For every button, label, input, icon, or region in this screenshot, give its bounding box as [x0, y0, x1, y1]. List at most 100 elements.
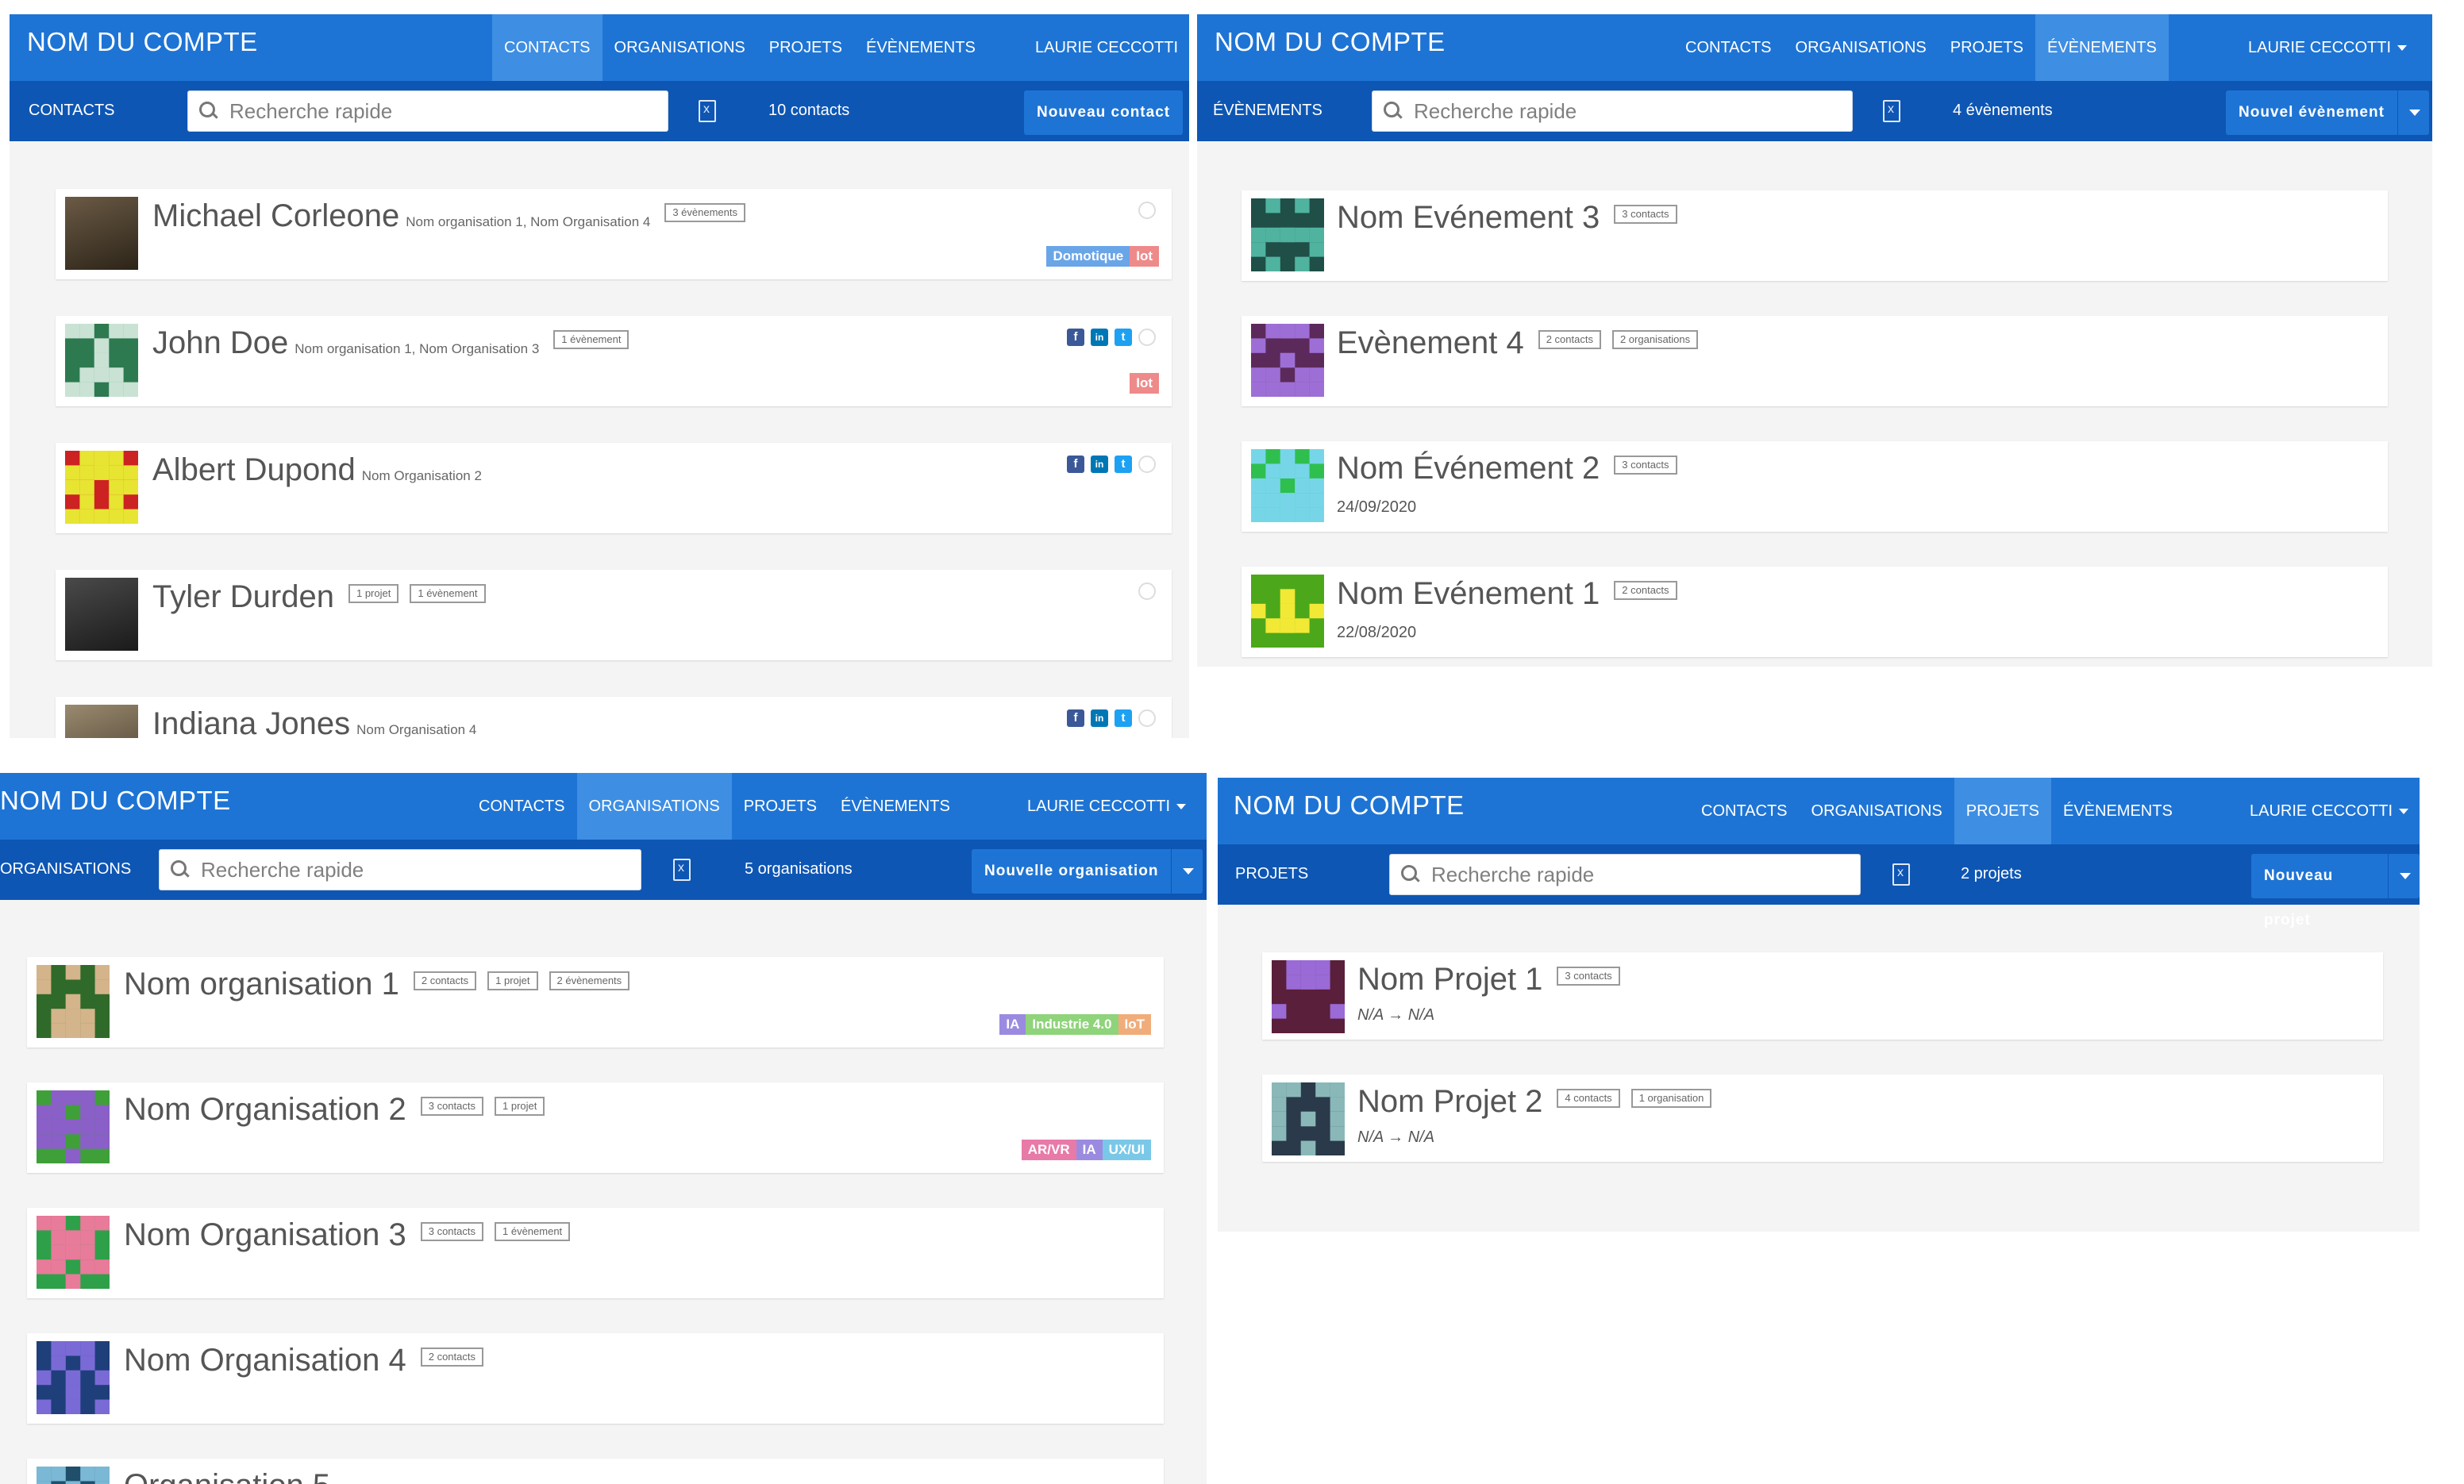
count-badge[interactable]: 1 évènement: [495, 1222, 571, 1242]
count-badge[interactable]: 3 contacts: [1614, 205, 1677, 225]
chevron-down-icon[interactable]: [1171, 849, 1203, 894]
contact-card[interactable]: Albert Dupond Nom Organisation 2 f in t: [56, 443, 1172, 533]
count-badge[interactable]: 2 contacts: [413, 971, 477, 991]
linkedin-icon[interactable]: in: [1091, 329, 1108, 346]
count-badge[interactable]: 3 évènements: [664, 203, 745, 223]
search-box[interactable]: [1389, 854, 1861, 895]
select-radio[interactable]: [1138, 202, 1156, 219]
tag-badge[interactable]: UX/UI: [1102, 1140, 1151, 1160]
event-card[interactable]: Evènement 4 2 contacts 2 organisations: [1242, 316, 2388, 406]
linkedin-icon[interactable]: in: [1091, 709, 1108, 727]
facebook-icon[interactable]: f: [1067, 329, 1084, 346]
search-input[interactable]: [1414, 99, 1842, 123]
count-badge[interactable]: 3 contacts: [420, 1222, 483, 1242]
account-name[interactable]: NOM DU COMPTE: [0, 786, 231, 816]
select-radio[interactable]: [1138, 456, 1156, 473]
tab-projets[interactable]: PROJETS: [1954, 778, 2051, 844]
user-menu[interactable]: LAURIE CECCOTTI: [2248, 14, 2408, 81]
event-card[interactable]: Nom Evénement 3 3 contacts: [1242, 190, 2388, 281]
select-radio[interactable]: [1138, 709, 1156, 727]
tab-evenements[interactable]: ÉVÈNEMENTS: [2035, 14, 2169, 81]
contact-card[interactable]: John Doe Nom organisation 1, Nom Organisa…: [56, 316, 1172, 406]
contact-name[interactable]: Tyler Durden 1 projet 1 évènement: [152, 579, 486, 615]
account-name[interactable]: NOM DU COMPTE: [1215, 27, 1446, 57]
select-radio[interactable]: [1138, 582, 1156, 600]
tab-contacts[interactable]: CONTACTS: [1673, 14, 1784, 81]
twitter-icon[interactable]: t: [1115, 456, 1132, 473]
tab-evenements[interactable]: ÉVÈNEMENTS: [829, 773, 962, 840]
tag-badge[interactable]: Iot: [1130, 373, 1159, 394]
tab-organisations[interactable]: ORGANISATIONS: [1800, 778, 1954, 844]
new-event-button[interactable]: Nouvel évènement: [2226, 90, 2429, 135]
count-badge[interactable]: 1 organisation: [1630, 1089, 1712, 1109]
tag-badge[interactable]: IA: [1076, 1140, 1103, 1160]
tag-badge[interactable]: Iot: [1130, 246, 1159, 267]
user-menu[interactable]: LAURIE CECCOTTI: [1035, 14, 1189, 118]
contact-card[interactable]: Michael Corleone Nom organisation 1, Nom …: [56, 189, 1172, 279]
count-badge[interactable]: 1 projet: [487, 971, 538, 991]
tab-evenements[interactable]: ÉVÈNEMENTS: [854, 14, 988, 81]
linkedin-icon[interactable]: in: [1091, 456, 1108, 473]
organisation-card[interactable]: Nom Organisation 2 3 contacts 1 projet AR/V…: [27, 1082, 1164, 1173]
new-project-button[interactable]: Nouveau projet: [2251, 854, 2420, 928]
tab-projets[interactable]: PROJETS: [732, 773, 829, 840]
count-badge[interactable]: 1 évènement: [553, 330, 629, 350]
account-name[interactable]: NOM DU COMPTE: [27, 27, 258, 57]
excel-export-icon[interactable]: [673, 859, 691, 881]
contact-card[interactable]: Indiana Jones Nom Organisation 4 f in t: [56, 697, 1172, 738]
count-badge[interactable]: 2 contacts: [1614, 581, 1677, 601]
tab-projets[interactable]: PROJETS: [1938, 14, 2035, 81]
excel-export-icon[interactable]: [699, 100, 716, 122]
count-badge[interactable]: 2 organisations: [1611, 330, 1699, 350]
contact-name[interactable]: Albert Dupond Nom Organisation 2: [152, 452, 482, 488]
facebook-icon[interactable]: f: [1067, 456, 1084, 473]
count-badge[interactable]: 3 contacts: [1557, 967, 1620, 986]
tab-contacts[interactable]: CONTACTS: [467, 773, 577, 840]
organisation-card[interactable]: Organisation 5: [27, 1459, 1164, 1484]
excel-export-icon[interactable]: [1892, 863, 1910, 886]
twitter-icon[interactable]: t: [1115, 709, 1132, 727]
tag-badge[interactable]: AR/VR: [1021, 1140, 1076, 1160]
chevron-down-icon[interactable]: [2388, 854, 2420, 898]
count-badge[interactable]: 2 évènements: [549, 971, 630, 991]
tab-organisations[interactable]: ORGANISATIONS: [1784, 14, 1938, 81]
event-card[interactable]: Nom Evénement 1 2 contacts 22/08/2020: [1242, 567, 2388, 657]
facebook-icon[interactable]: f: [1067, 709, 1084, 727]
new-organisation-button[interactable]: Nouvelle organisation: [972, 849, 1203, 894]
project-card[interactable]: Nom Projet 1 3 contacts N/A → N/A: [1262, 952, 2383, 1040]
organisation-card[interactable]: Nom organisation 1 2 contacts 1 projet 2 év…: [27, 957, 1164, 1048]
organisation-card[interactable]: Nom Organisation 4 2 contacts: [27, 1333, 1164, 1424]
contact-name[interactable]: Indiana Jones Nom Organisation 4: [152, 706, 476, 738]
project-card[interactable]: Nom Projet 2 4 contacts 1 organisation N/A …: [1262, 1075, 2383, 1162]
tab-evenements[interactable]: ÉVÈNEMENTS: [2051, 778, 2185, 844]
event-name[interactable]: Nom Événement 2 3 contacts: [1337, 451, 1677, 486]
event-name[interactable]: Evènement 4 2 contacts 2 organisations: [1337, 325, 1699, 361]
count-badge[interactable]: 2 contacts: [1538, 330, 1601, 350]
user-menu[interactable]: LAURIE CECCOTTI: [1027, 773, 1187, 840]
count-badge[interactable]: 1 évènement: [410, 584, 486, 604]
select-radio[interactable]: [1138, 329, 1156, 346]
search-input[interactable]: [201, 858, 631, 882]
tag-badge[interactable]: Domotique: [1046, 246, 1130, 267]
search-input[interactable]: [229, 99, 658, 123]
count-badge[interactable]: 2 contacts: [420, 1348, 483, 1367]
organisation-name[interactable]: Nom Organisation 3 3 contacts 1 évènement: [124, 1217, 571, 1253]
search-input[interactable]: [1431, 863, 1850, 886]
user-menu[interactable]: LAURIE CECCOTTI: [2250, 778, 2409, 844]
twitter-icon[interactable]: t: [1115, 329, 1132, 346]
project-name[interactable]: Nom Projet 2 4 contacts 1 organisation: [1357, 1084, 1712, 1120]
contact-name[interactable]: Michael Corleone Nom organisation 1, Nom …: [152, 198, 745, 234]
organisation-name[interactable]: Organisation 5: [124, 1468, 330, 1484]
event-name[interactable]: Nom Evénement 3 3 contacts: [1337, 200, 1677, 236]
new-contact-button[interactable]: Nouveau contact: [1024, 90, 1184, 135]
search-box[interactable]: [187, 90, 668, 132]
tag-badge[interactable]: Industrie 4.0: [1026, 1014, 1118, 1035]
count-badge[interactable]: 1 projet: [495, 1097, 545, 1117]
tab-contacts[interactable]: CONTACTS: [492, 14, 603, 81]
project-name[interactable]: Nom Projet 1 3 contacts: [1357, 962, 1620, 998]
search-box[interactable]: [1372, 90, 1853, 132]
tab-projets[interactable]: PROJETS: [757, 14, 854, 81]
account-name[interactable]: NOM DU COMPTE: [1234, 790, 1465, 821]
tab-contacts[interactable]: CONTACTS: [1689, 778, 1800, 844]
count-badge[interactable]: 4 contacts: [1557, 1089, 1620, 1109]
